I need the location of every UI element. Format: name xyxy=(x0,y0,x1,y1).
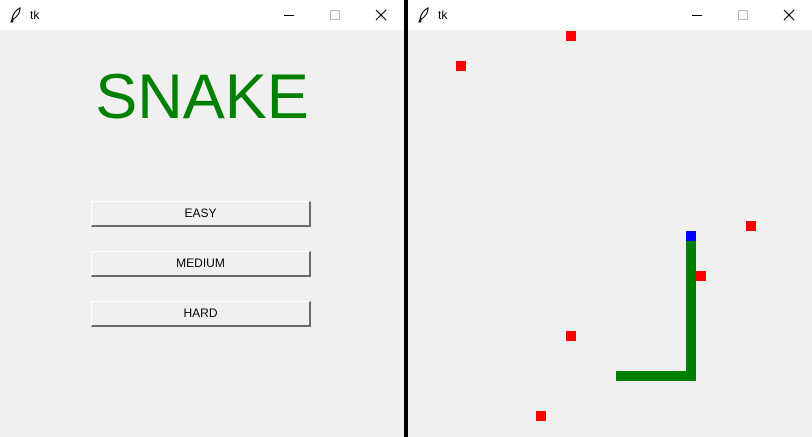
easy-button[interactable]: EASY xyxy=(91,201,311,227)
hard-button[interactable]: HARD xyxy=(91,301,311,327)
close-icon xyxy=(375,9,387,21)
snake-body-horizontal xyxy=(616,371,696,381)
game-area xyxy=(408,30,812,437)
food-item xyxy=(456,61,466,71)
maximize-icon xyxy=(738,10,748,20)
snake-body-vertical xyxy=(686,231,696,381)
food-item xyxy=(566,331,576,341)
board-background xyxy=(408,30,812,437)
window-title: tk xyxy=(438,8,448,22)
game-window: tk xyxy=(408,0,812,437)
menu-window-titlebar[interactable]: tk xyxy=(0,0,404,30)
game-window-titlebar[interactable]: tk xyxy=(408,0,812,30)
maximize-icon xyxy=(330,10,340,20)
close-icon xyxy=(783,9,795,21)
food-item xyxy=(566,31,576,41)
menu-canvas: SNAKE EASY MEDIUM HARD xyxy=(0,30,404,437)
food-item xyxy=(536,411,546,421)
medium-button[interactable]: MEDIUM xyxy=(91,251,311,277)
feather-icon xyxy=(10,7,21,23)
minimize-button[interactable] xyxy=(266,0,312,30)
feather-icon xyxy=(418,7,429,23)
maximize-button[interactable] xyxy=(312,0,358,30)
menu-window: tk SNAKE EASY MEDIUM HARD xyxy=(0,0,404,437)
close-button[interactable] xyxy=(766,0,812,30)
food-item xyxy=(696,271,706,281)
game-board xyxy=(408,30,812,437)
minimize-button[interactable] xyxy=(674,0,720,30)
close-button[interactable] xyxy=(358,0,404,30)
game-title: SNAKE xyxy=(95,62,309,132)
window-title: tk xyxy=(30,8,40,22)
maximize-button[interactable] xyxy=(720,0,766,30)
food-item xyxy=(746,221,756,231)
minimize-icon xyxy=(692,15,702,16)
snake-head xyxy=(686,231,696,241)
minimize-icon xyxy=(284,15,294,16)
